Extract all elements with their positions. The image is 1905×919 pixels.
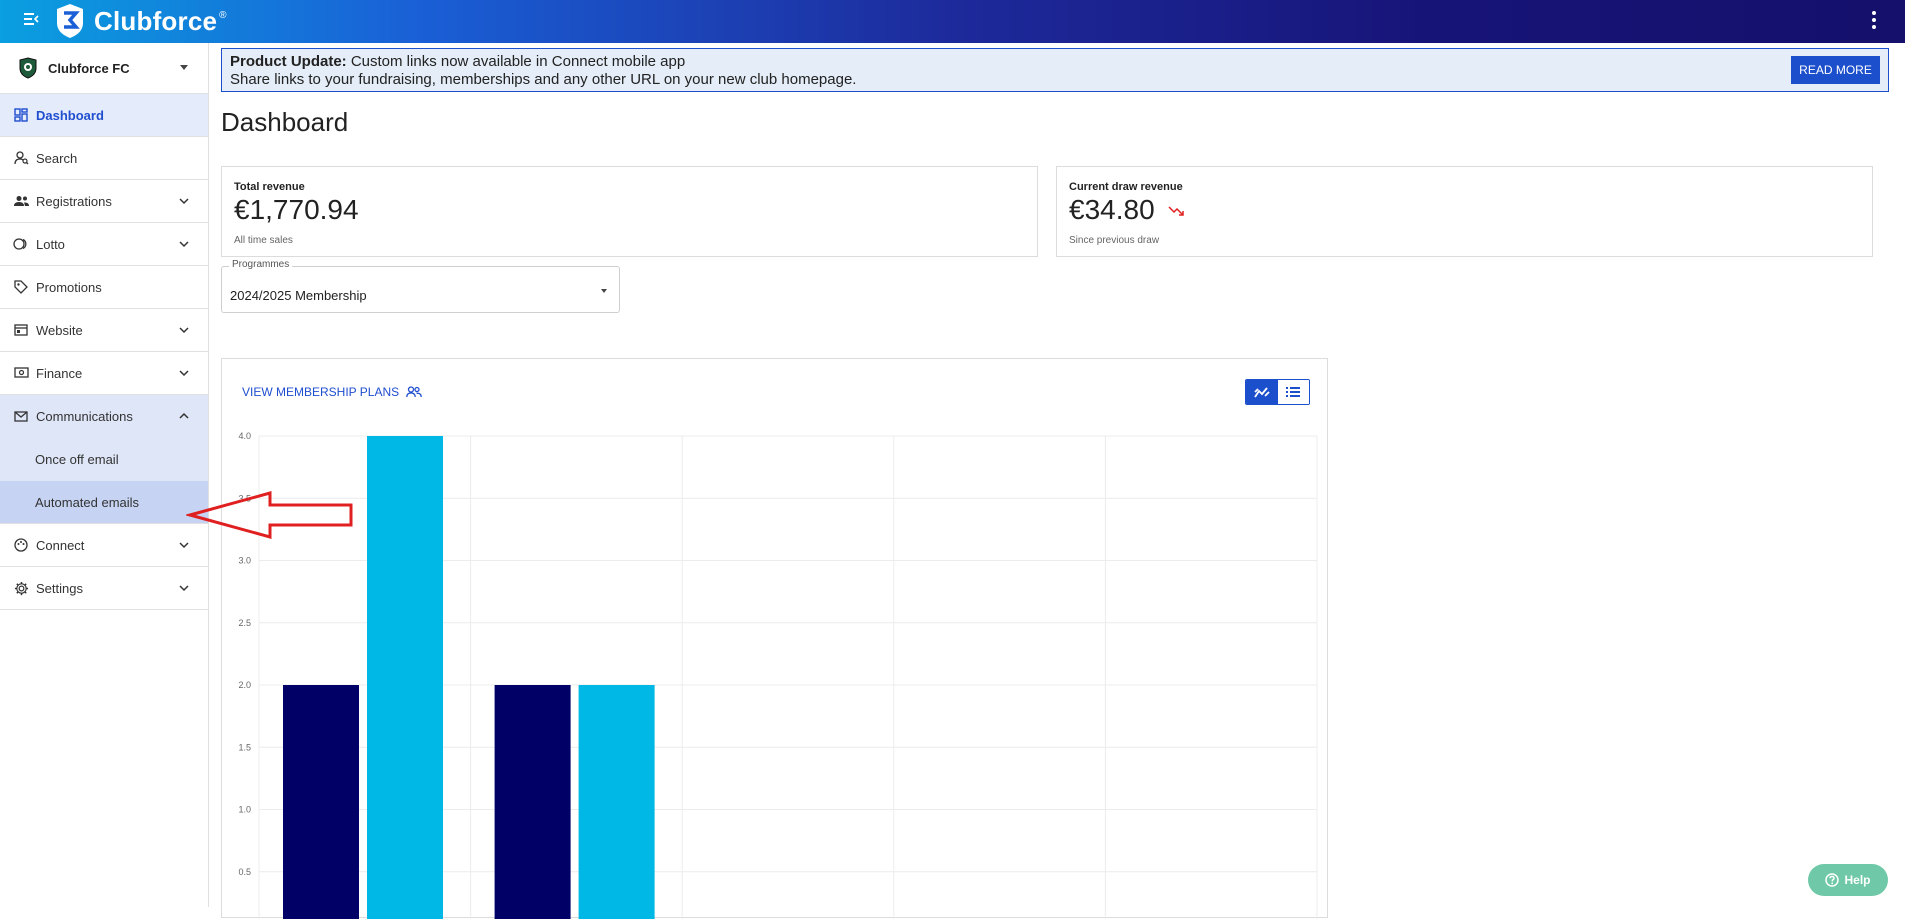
y-tick-label: 2.0 — [238, 680, 251, 690]
sidebar-item-label: Registrations — [36, 193, 112, 209]
sidebar-subitem-label: Automated emails — [35, 494, 140, 510]
chart-line-icon — [1254, 387, 1270, 398]
person-search-icon — [13, 150, 29, 166]
total-revenue-card: Total revenue €1,770.94 All time sales — [221, 166, 1038, 257]
chart-bar — [283, 685, 359, 919]
more-options-icon[interactable] — [1867, 8, 1881, 34]
chart-view-toggle — [1245, 379, 1310, 405]
menu-collapse-icon[interactable] — [20, 10, 42, 32]
sidebar-item-label: Dashboard — [36, 107, 104, 123]
chevron-down-icon — [179, 585, 189, 592]
current-draw-revenue-card: Current draw revenue €34.80 Since previo… — [1056, 166, 1873, 257]
club-selector[interactable]: Clubforce FC — [0, 43, 208, 94]
clubforce-logo[interactable]: Clubforce ® — [54, 2, 227, 40]
banner-headline: Product Update: Custom links now availab… — [230, 53, 685, 70]
banner-title: Product Update: — [230, 53, 347, 70]
banner-headline-text: Custom links now available in Connect mo… — [346, 53, 686, 70]
banner-body: Share links to your fundraising, members… — [230, 71, 857, 88]
caret-down-icon — [180, 65, 188, 70]
sidebar-item-finance[interactable]: Finance — [0, 352, 208, 395]
chevron-down-icon — [179, 542, 189, 549]
finance-icon — [13, 365, 29, 381]
sidebar-item-lotto[interactable]: Lotto — [0, 223, 208, 266]
sidebar-item-label: Promotions — [36, 279, 102, 295]
sidebar-item-label: Settings — [36, 580, 83, 596]
registered-mark: ® — [219, 9, 227, 21]
page-title: Dashboard — [221, 107, 349, 137]
membership-chart-panel: 0.5 1.0 1.5 2.0 2.5 3.0 3.5 4.0 VIEW MEMBERSHIP… — [221, 358, 1328, 919]
top-app-bar: Clubforce ® — [0, 0, 1905, 43]
sidebar-item-communications[interactable]: Communications — [0, 395, 208, 438]
chevron-down-icon — [179, 327, 189, 334]
dashboard-icon — [13, 107, 29, 123]
sidebar-item-website[interactable]: Website — [0, 309, 208, 352]
sidebar-item-promotions[interactable]: Promotions — [0, 266, 208, 309]
sidebar-item-label: Communications — [36, 409, 133, 424]
chart-bar — [494, 685, 571, 919]
sidebar: Clubforce FC Dashboard Search Registrati… — [0, 43, 209, 907]
select-value: 2024/2025 Membership — [230, 288, 367, 303]
product-update-banner: Product Update: Custom links now availab… — [221, 48, 1889, 92]
palette-icon — [13, 537, 29, 553]
sidebar-item-label: Finance — [36, 365, 83, 381]
sidebar-subitem-label: Once off email — [35, 452, 119, 467]
help-button[interactable]: Help — [1808, 864, 1888, 896]
caret-down-icon — [601, 289, 607, 293]
sidebar-item-label: Connect — [36, 537, 85, 553]
list-icon — [1286, 387, 1301, 397]
chart-bar — [367, 436, 443, 919]
brand-name: Clubforce — [94, 5, 218, 36]
help-label: Help — [1844, 873, 1871, 887]
gear-icon — [13, 580, 29, 596]
chevron-down-icon — [179, 198, 189, 205]
y-tick-label: 4.0 — [238, 431, 251, 441]
y-tick-label: 2.5 — [238, 618, 251, 628]
y-tick-label: 1.5 — [238, 742, 251, 752]
y-tick-label: 3.0 — [238, 556, 251, 566]
sidebar-item-settings[interactable]: Settings — [0, 567, 208, 610]
card-value: €34.80 — [1069, 194, 1155, 225]
sidebar-item-dashboard[interactable]: Dashboard — [0, 94, 208, 137]
browser-icon — [13, 322, 29, 338]
chart-view-button[interactable] — [1246, 380, 1278, 404]
y-tick-label: 1.0 — [238, 805, 251, 815]
chevron-down-icon — [179, 370, 189, 377]
lotto-icon — [13, 236, 29, 252]
card-value: €1,770.94 — [234, 194, 359, 225]
sidebar-subitem-automated-emails[interactable]: Automated emails — [0, 481, 208, 524]
card-label: Current draw revenue — [1069, 181, 1183, 193]
club-crest-icon — [19, 57, 37, 79]
card-subtext: All time sales — [234, 235, 293, 246]
list-view-button[interactable] — [1277, 380, 1309, 404]
sidebar-item-label: Lotto — [36, 236, 65, 252]
sidebar-item-label: Website — [36, 322, 83, 338]
sidebar-item-search[interactable]: Search — [0, 137, 208, 180]
people-icon — [13, 193, 29, 209]
sidebar-subitem-once-off-email[interactable]: Once off email — [0, 438, 208, 481]
view-plans-label: VIEW MEMBERSHIP PLANS — [242, 385, 400, 399]
read-more-button[interactable]: READ MORE — [1791, 56, 1880, 84]
clubforce-shield-icon — [57, 4, 83, 38]
sidebar-item-label: Search — [36, 150, 78, 166]
membership-bar-chart: 0.51.01.52.02.53.03.54.0 — [238, 431, 1318, 919]
sidebar-item-connect[interactable]: Connect — [0, 524, 208, 567]
chart-bar — [578, 685, 655, 919]
chevron-down-icon — [179, 241, 189, 248]
tag-icon — [13, 279, 29, 295]
card-subtext: Since previous draw — [1069, 235, 1160, 246]
y-tick-label: 0.5 — [238, 867, 251, 877]
mail-icon — [13, 409, 29, 425]
sidebar-item-registrations[interactable]: Registrations — [0, 180, 208, 223]
question-icon — [1825, 873, 1840, 887]
select-legend: Programmes — [229, 259, 293, 270]
programmes-select[interactable]: Programmes 2024/2025 Membership — [221, 259, 620, 313]
red-arrow-annotation — [186, 491, 353, 539]
group-icon — [406, 386, 423, 398]
card-label: Total revenue — [234, 181, 305, 193]
club-name: Clubforce FC — [48, 60, 130, 76]
trending-down-icon — [1168, 206, 1184, 216]
chevron-up-icon — [179, 412, 189, 419]
view-membership-plans-link[interactable]: VIEW MEMBERSHIP PLANS — [242, 385, 423, 399]
